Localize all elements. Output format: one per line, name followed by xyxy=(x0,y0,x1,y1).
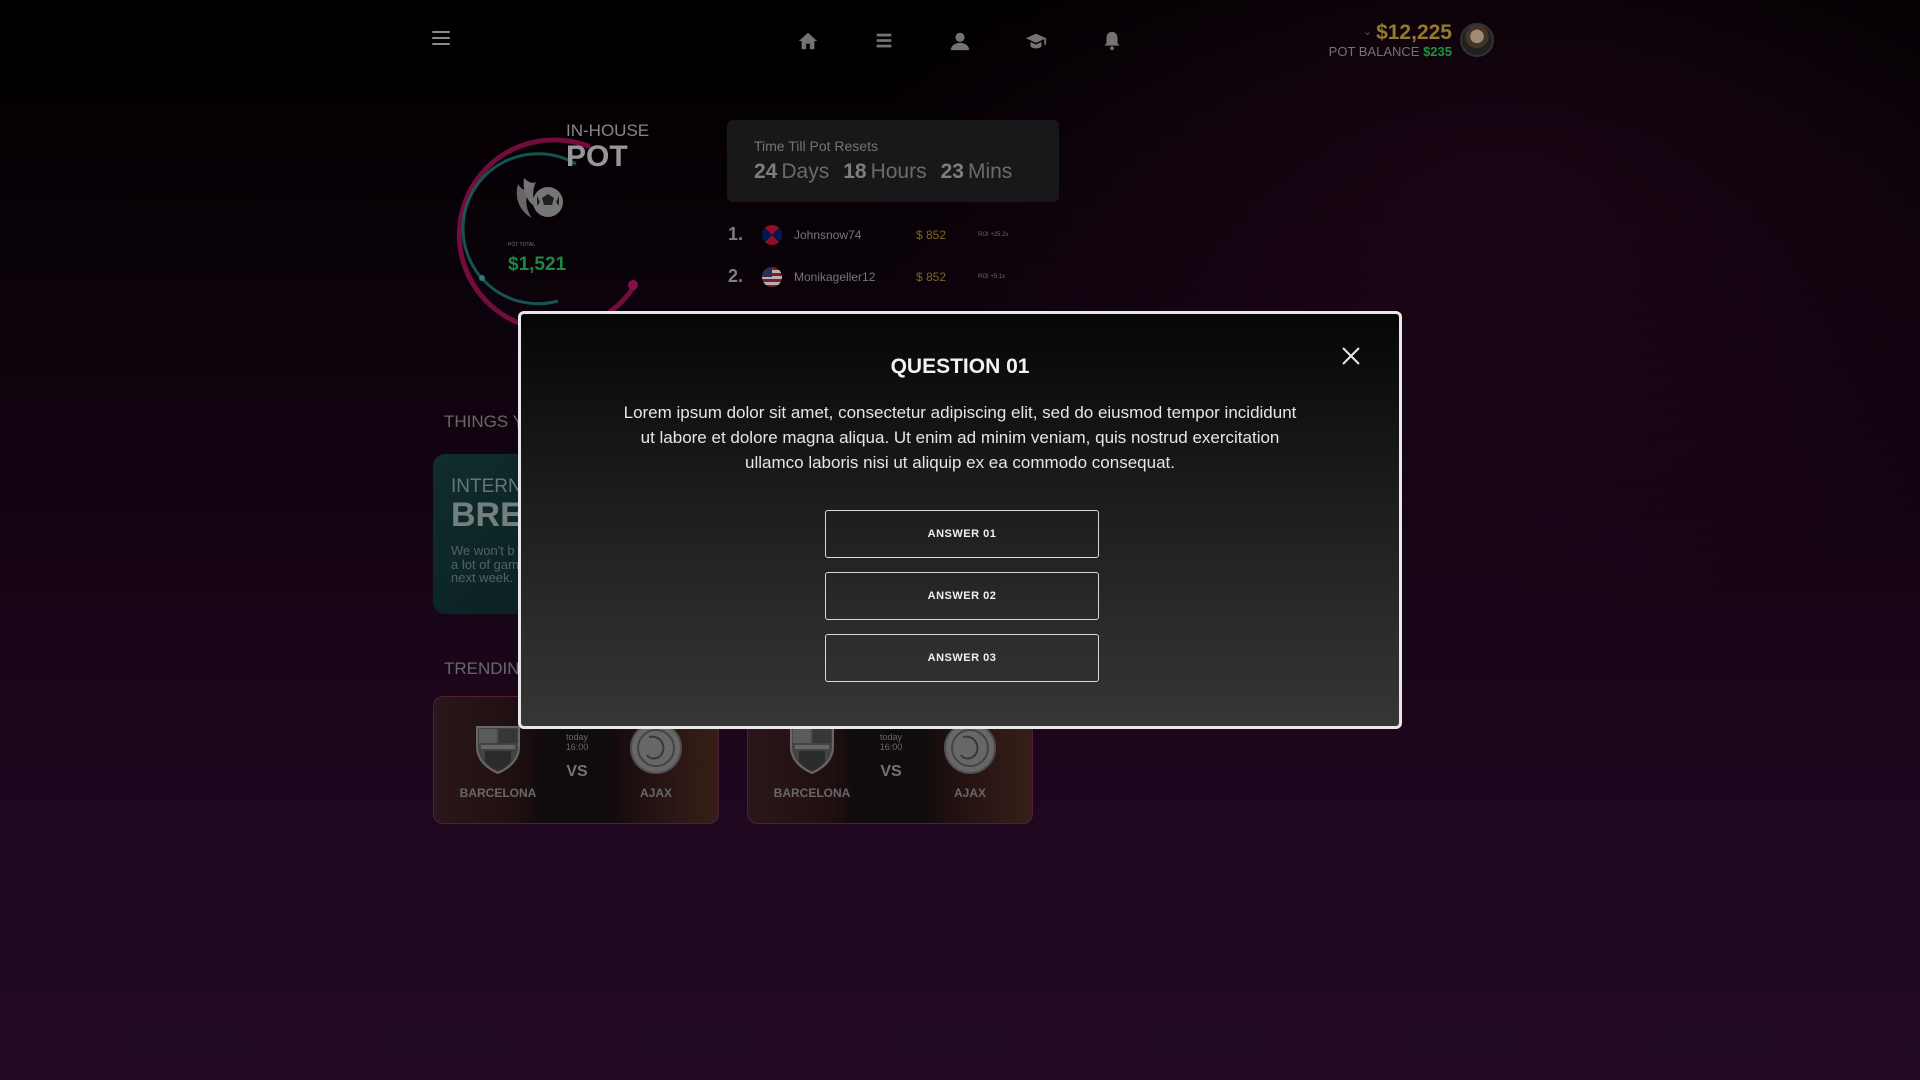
app-root: ⌄ $12,225 POT BALANCE $235 IN-HOUSE POT … xyxy=(0,0,1920,1080)
answer-03-button[interactable]: ANSWER 03 xyxy=(825,634,1099,682)
question-modal: QUESTION 01 Lorem ipsum dolor sit amet, … xyxy=(518,311,1402,729)
answer-01-button[interactable]: ANSWER 01 xyxy=(825,510,1099,558)
answer-02-button[interactable]: ANSWER 02 xyxy=(825,572,1099,620)
question-text: Lorem ipsum dolor sit amet, consectetur … xyxy=(623,403,1297,472)
modal-title: QUESTION 01 xyxy=(890,355,1030,378)
answer-list: ANSWER 01 ANSWER 02 ANSWER 03 xyxy=(825,510,1099,682)
